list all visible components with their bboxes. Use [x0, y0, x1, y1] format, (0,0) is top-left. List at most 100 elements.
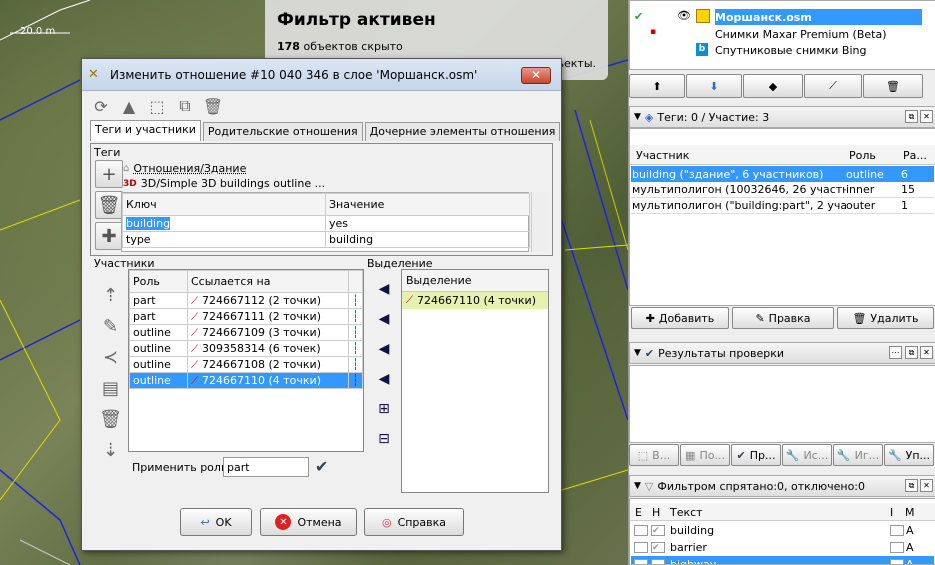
layer-opacity-button[interactable]: ⟋: [804, 74, 862, 98]
membership-row[interactable]: мультиполигон (10032646, 26 участни... in…: [631, 182, 934, 198]
membership-row-selected[interactable]: building ("здание", 6 участников) outline…: [631, 166, 934, 182]
sort-icon[interactable]: ≺: [103, 347, 118, 368]
role-header[interactable]: Роль: [129, 270, 188, 293]
tab-child-elements[interactable]: Дочерние элементы отношения: [364, 122, 561, 141]
member-role[interactable]: outline: [129, 372, 188, 389]
preset-link-2[interactable]: 3D 3D/Simple 3D buildings outline ...: [123, 177, 325, 190]
validation-zoom-button[interactable]: ▦ По...: [680, 444, 730, 466]
enable-checkbox[interactable]: [634, 558, 648, 564]
i-header[interactable]: I: [890, 506, 893, 519]
ok-button[interactable]: ↩ OK: [180, 508, 252, 536]
tag-value[interactable]: yes: [325, 215, 530, 232]
h-header[interactable]: H: [652, 506, 660, 519]
member-row[interactable]: part ⟋ 724667111 (2 точки) ┆: [129, 308, 363, 325]
tag-row[interactable]: type building: [122, 231, 530, 248]
tab-parent-relations[interactable]: Родительские отношения: [202, 122, 363, 141]
collapse-icon[interactable]: ▼: [634, 348, 641, 358]
add-bottom-icon[interactable]: ◀: [379, 371, 390, 387]
tags-panel-header[interactable]: ▼ ◈ Теги: 0 / Участие: 3: [629, 106, 935, 128]
hide-checkbox[interactable]: ✔: [651, 524, 665, 536]
membership-row[interactable]: мультиполигон ("building:part", 2 участ.…: [631, 198, 934, 214]
detach-icon[interactable]: ⧉: [905, 479, 918, 492]
add-top-icon[interactable]: ◀: [379, 281, 390, 297]
selection-header[interactable]: Выделение: [402, 270, 548, 292]
close-panel-icon[interactable]: ✕: [920, 110, 933, 123]
edit-member-icon[interactable]: ✎: [103, 316, 118, 337]
e-header[interactable]: E: [635, 506, 642, 519]
visible-check-icon[interactable]: ✔: [634, 10, 643, 23]
member-row[interactable]: part ⟋ 724667112 (2 точки) ┆: [129, 292, 363, 309]
text-header[interactable]: Текст: [670, 506, 703, 519]
eye-icon[interactable]: 👁: [677, 9, 691, 22]
preset-link-1[interactable]: ⌂ Отношения/Здание: [123, 162, 246, 175]
collapse-icon[interactable]: ▼: [634, 481, 641, 491]
trash-icon[interactable]: 🗑: [202, 95, 224, 117]
dialog-titlebar[interactable]: ✕ Изменить отношение #10 040 346 в слое …: [82, 59, 561, 91]
tab-tags-members[interactable]: Теги и участники: [90, 120, 201, 141]
validation-select-button[interactable]: ⬚ В...: [629, 444, 679, 466]
validation-ignore-button[interactable]: 🔧 Иг...: [833, 444, 883, 466]
close-panel-icon[interactable]: ✕: [920, 479, 933, 492]
apply-role-input[interactable]: [223, 457, 309, 477]
select-members-icon[interactable]: ⊞: [378, 401, 390, 417]
help-button[interactable]: ◎ Справка: [364, 508, 464, 536]
move-layer-down-button[interactable]: ⬇: [686, 74, 742, 98]
hide-checkbox[interactable]: ✔: [651, 541, 665, 553]
detach-icon[interactable]: ⧉: [905, 110, 918, 123]
apply-role-check-icon[interactable]: ✔: [315, 457, 328, 476]
edit-icon[interactable]: ▤: [102, 378, 119, 399]
move-layer-up-button[interactable]: ⬆: [629, 74, 685, 98]
move-down-icon[interactable]: ⇣: [103, 440, 118, 461]
member-row-selected[interactable]: outline ⟋ 724667110 (4 точки) ┆: [129, 372, 363, 389]
hide-checkbox[interactable]: [651, 558, 665, 564]
select-icon[interactable]: ⬚: [146, 95, 168, 117]
zoom-icon[interactable]: ⧉: [174, 95, 196, 117]
refresh-icon[interactable]: ⟳: [90, 95, 112, 117]
layer-item[interactable]: Спутниковые снимки Bing: [715, 42, 934, 58]
member-row[interactable]: outline ⟋ 309358314 (6 точек) ┆: [129, 340, 363, 357]
layer-item-active[interactable]: Моршанск.osm: [715, 9, 922, 25]
member-row[interactable]: outline ⟋ 724667108 (2 точки) ┆: [129, 356, 363, 373]
invert-checkbox[interactable]: [890, 524, 904, 536]
delete-layer-button[interactable]: 🗑: [863, 74, 923, 98]
ref-header[interactable]: Ссылается на: [187, 270, 349, 293]
tag-value[interactable]: building: [325, 231, 530, 248]
close-panel-icon[interactable]: ✕: [920, 346, 933, 359]
member-role[interactable]: part: [129, 308, 188, 325]
upload-icon[interactable]: ▲: [118, 95, 140, 117]
validation-manage-button[interactable]: 🔧 Уп...: [884, 444, 934, 466]
m-header[interactable]: M: [905, 506, 915, 519]
edit-tag-panel-button[interactable]: ✎ Правка: [732, 307, 834, 329]
value-header[interactable]: Значение: [325, 193, 530, 216]
filter-row[interactable]: ✔ barrier A: [631, 539, 934, 555]
delete-member-icon[interactable]: 🗑: [99, 409, 122, 430]
invert-checkbox[interactable]: [890, 558, 904, 564]
validation-fix-button[interactable]: 🔧 Ис...: [782, 444, 832, 466]
tag-key[interactable]: building: [126, 217, 171, 230]
enable-checkbox[interactable]: [634, 541, 648, 553]
tags-scrollbar[interactable]: [531, 192, 549, 252]
delete-tag-panel-button[interactable]: 🗑 Удалить: [837, 307, 934, 329]
cancel-button[interactable]: ✕ Отмена: [260, 508, 357, 536]
filter-row[interactable]: ✔ building A: [631, 522, 934, 538]
layer-item[interactable]: Снимки Maxar Premium (Beta): [715, 26, 934, 42]
member-row[interactable]: outline ⟋ 724667109 (3 точки) ┆: [129, 324, 363, 341]
add-tag-button[interactable]: +: [95, 160, 123, 188]
add-tag-panel-button[interactable]: ✚ Добавить: [631, 307, 729, 329]
member-role[interactable]: outline: [129, 324, 188, 341]
member-header[interactable]: Участник: [636, 149, 689, 162]
close-button[interactable]: ✕: [521, 67, 551, 84]
add-before-icon[interactable]: ◀: [379, 311, 390, 327]
tag-key[interactable]: type: [122, 231, 326, 248]
delete-tag-button[interactable]: 🗑: [95, 191, 123, 219]
validation-check-button[interactable]: ✔ Пр...: [731, 444, 781, 466]
add-after-icon[interactable]: ◀: [379, 341, 390, 357]
invert-checkbox[interactable]: [890, 541, 904, 553]
paste-tags-button[interactable]: ✚: [95, 222, 123, 250]
merge-layer-button[interactable]: ◆: [743, 74, 803, 98]
select-in-relation-icon[interactable]: ⊟: [378, 431, 390, 447]
key-header[interactable]: Ключ: [122, 193, 326, 216]
member-role[interactable]: part: [129, 292, 188, 309]
settings-icon[interactable]: ⋯: [889, 346, 902, 359]
collapse-icon[interactable]: ▼: [634, 112, 641, 122]
